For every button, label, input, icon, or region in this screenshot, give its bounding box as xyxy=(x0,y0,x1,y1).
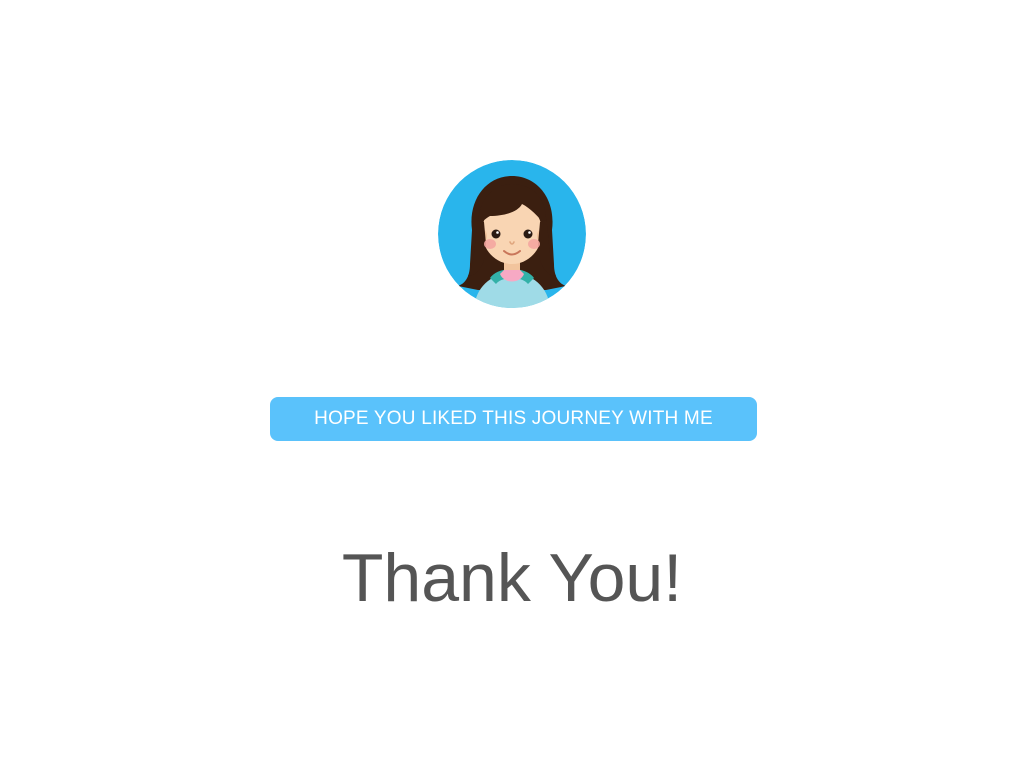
thank-you-slide: HOPE YOU LIKED THIS JOURNEY WITH ME Than… xyxy=(0,0,1024,768)
thank-you-heading: Thank You! xyxy=(341,540,683,616)
eye-left xyxy=(491,229,501,239)
cheek-right xyxy=(528,239,540,249)
eye-right xyxy=(523,229,533,239)
banner-text: HOPE YOU LIKED THIS JOURNEY WITH ME xyxy=(314,408,713,429)
cheek-left xyxy=(484,239,496,249)
girl-avatar-icon xyxy=(438,160,586,308)
journey-banner: HOPE YOU LIKED THIS JOURNEY WITH ME xyxy=(270,397,757,441)
